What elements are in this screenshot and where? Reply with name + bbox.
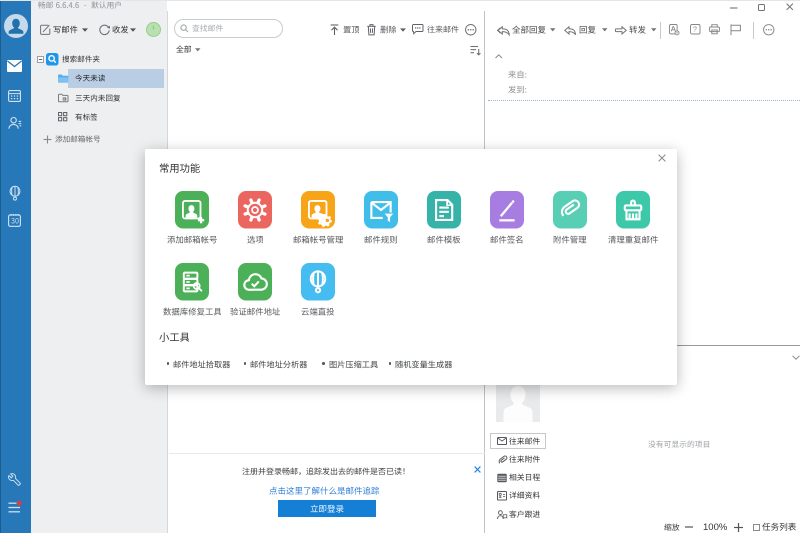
svg-text:?: ? bbox=[693, 27, 697, 34]
